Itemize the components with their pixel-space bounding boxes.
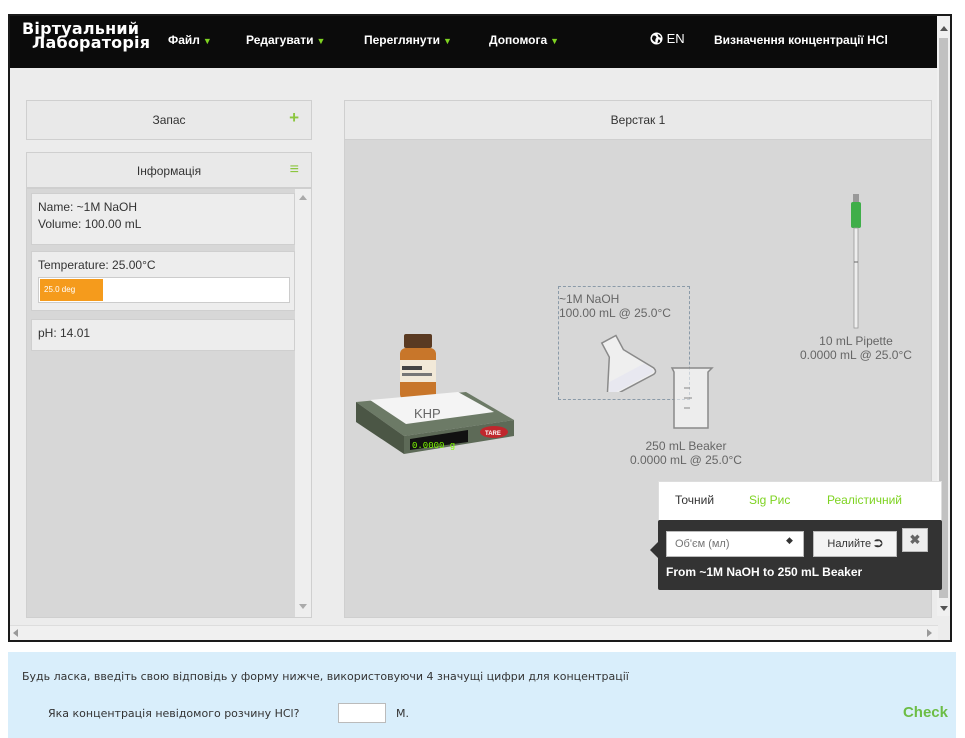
balance-with-khp[interactable]: 0.0000 g TARE KHP xyxy=(346,332,518,462)
info-panel: Name: ~1M NaOH Volume: 100.00 mL Tempera… xyxy=(26,188,312,618)
temperature-bar: 25.0 deg xyxy=(38,277,290,303)
spinner-icon[interactable]: ◆ xyxy=(786,535,793,546)
language-switch[interactable]: EN xyxy=(650,31,685,46)
info-card-temperature: Temperature: 25.00°C 25.0 deg xyxy=(31,251,295,311)
top-navbar: Віртуальний Лабораторія Файл ▼ Редагувати… xyxy=(10,16,950,68)
brand-line-2: Лабораторія xyxy=(32,33,151,52)
menu-icon[interactable]: ≡ xyxy=(290,159,299,181)
flask-detail: 100.00 mL @ 25.0°C xyxy=(559,306,671,320)
language-label: EN xyxy=(666,31,685,46)
menu-view[interactable]: Переглянути ▼ xyxy=(364,33,452,47)
sign-in-icon: ⮊ xyxy=(874,538,883,550)
scroll-up-icon[interactable] xyxy=(299,195,307,200)
caret-down-icon: ▼ xyxy=(442,36,452,46)
pour-description: From ~1M NaOH to 250 mL Beaker xyxy=(666,565,863,579)
pipette-detail: 0.0000 mL @ 25.0°C xyxy=(800,348,912,362)
answer-question: Яка концентрація невідомого розчину HCl? xyxy=(48,707,300,720)
info-header[interactable]: Інформація ≡ xyxy=(26,152,312,188)
beaker-detail: 0.0000 mL @ 25.0°C xyxy=(630,453,742,467)
menu-file-label: Файл xyxy=(168,33,200,47)
pour-mode-tabs: Точний Sig Рис Реалістичний xyxy=(658,481,942,521)
answer-instruction: Будь ласка, введіть свою відповідь у фор… xyxy=(22,670,629,683)
pipette-10ml[interactable] xyxy=(846,192,866,332)
naoh-flask[interactable] xyxy=(582,334,662,392)
beaker-label: 250 mL Beaker 0.0000 mL @ 25.0°C xyxy=(630,439,742,467)
scroll-down-icon[interactable] xyxy=(940,606,948,611)
menu-file[interactable]: Файл ▼ xyxy=(168,33,212,47)
tab-precise[interactable]: Точний xyxy=(675,493,714,507)
balance-reading: 0.0000 g xyxy=(412,441,455,451)
tare-button[interactable]: TARE xyxy=(485,431,501,437)
globe-icon xyxy=(650,32,663,45)
info-card-ph: pH: 14.01 xyxy=(31,319,295,351)
pour-button-label: Налийте xyxy=(827,538,872,550)
solution-name: Name: ~1M NaOH xyxy=(38,200,138,214)
page-horizontal-scrollbar[interactable] xyxy=(10,625,938,640)
khp-label: KHP xyxy=(414,406,441,421)
temperature-bar-fill: 25.0 deg xyxy=(40,279,103,301)
stockroom-label: Запас xyxy=(152,113,186,127)
info-label: Інформація xyxy=(136,164,202,178)
khp-bottle[interactable] xyxy=(400,334,436,400)
pour-popover: ◆ Налийте ⮊ ✖ From ~1M NaOH to 250 mL Be… xyxy=(650,520,942,590)
solution-volume: Volume: 100.00 mL xyxy=(38,217,142,231)
flask-label: ~1M NaOH 100.00 mL @ 25.0°C xyxy=(559,292,671,320)
caret-down-icon: ▼ xyxy=(202,36,212,46)
brand-logo[interactable]: Віртуальний Лабораторія xyxy=(22,21,151,52)
menu-edit-label: Редагувати xyxy=(246,33,314,47)
menu-help[interactable]: Допомога ▼ xyxy=(489,33,559,47)
info-scrollbar[interactable] xyxy=(295,189,311,617)
scroll-right-icon[interactable] xyxy=(927,629,932,637)
beaker-250ml[interactable] xyxy=(666,364,716,432)
tab-sig-figs[interactable]: Sig Рис xyxy=(749,493,790,507)
concentration-input[interactable] xyxy=(338,703,386,723)
scroll-down-icon[interactable] xyxy=(299,604,307,609)
pipette-name: 10 mL Pipette xyxy=(819,334,893,348)
menu-edit[interactable]: Редагувати ▼ xyxy=(246,33,325,47)
volume-input[interactable] xyxy=(666,531,804,557)
caret-down-icon: ▼ xyxy=(316,36,326,46)
caret-down-icon: ▼ xyxy=(550,36,560,46)
menu-view-label: Переглянути xyxy=(364,33,440,47)
assignment-title: Визначення концентрації HCl xyxy=(714,33,888,47)
scroll-left-icon[interactable] xyxy=(13,629,18,637)
stockroom-header[interactable]: Запас + xyxy=(26,100,312,140)
info-card-solution: Name: ~1M NaOH Volume: 100.00 mL xyxy=(31,193,295,245)
check-button[interactable]: Check xyxy=(903,704,948,721)
workbench-label: Верстак 1 xyxy=(610,113,666,127)
pipette-label: 10 mL Pipette 0.0000 mL @ 25.0°C xyxy=(800,334,912,362)
app-frame: Віртуальний Лабораторія Файл ▼ Редагувати… xyxy=(8,14,952,642)
workbench-header[interactable]: Верстак 1 xyxy=(344,100,932,140)
answer-unit: M. xyxy=(396,707,409,720)
scroll-up-icon[interactable] xyxy=(940,26,948,31)
temperature-text: Temperature: 25.00°C xyxy=(38,258,156,272)
plus-icon[interactable]: + xyxy=(289,107,299,129)
tab-realistic[interactable]: Реалістичний xyxy=(827,493,902,507)
beaker-name: 250 mL Beaker xyxy=(645,439,727,453)
menu-help-label: Допомога xyxy=(489,33,548,47)
flask-name: ~1M NaOH xyxy=(559,292,620,306)
answer-section: Будь ласка, введіть свою відповідь у фор… xyxy=(8,652,956,738)
close-button[interactable]: ✖ xyxy=(902,528,928,552)
ph-value: pH: 14.01 xyxy=(38,326,91,340)
pour-button[interactable]: Налийте ⮊ xyxy=(813,531,897,557)
